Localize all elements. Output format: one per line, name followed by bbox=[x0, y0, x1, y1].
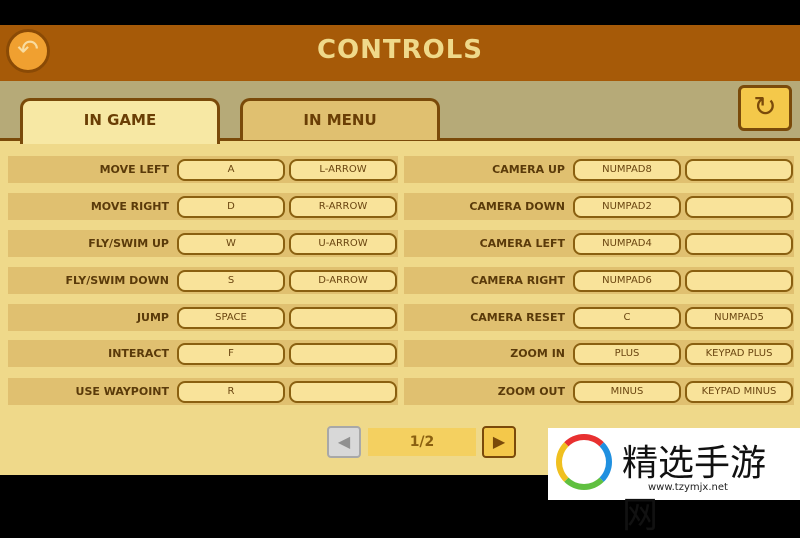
action-label: CAMERA DOWN bbox=[469, 200, 565, 213]
action-label: CAMERA RESET bbox=[470, 311, 565, 324]
control-row: JUMP SPACE bbox=[8, 304, 398, 331]
control-row: USE WAYPOINT R bbox=[8, 378, 398, 405]
action-label: ZOOM OUT bbox=[497, 385, 565, 398]
secondary-key-button[interactable] bbox=[289, 380, 397, 403]
control-row: ZOOM IN PLUS KEYPAD PLUS bbox=[404, 340, 794, 367]
primary-key-button[interactable]: D bbox=[177, 195, 285, 218]
primary-key-button[interactable]: S bbox=[177, 269, 285, 292]
tab-in-menu[interactable]: IN MENU bbox=[240, 98, 440, 140]
page-indicator: 1/2 bbox=[368, 428, 476, 456]
refresh-icon[interactable]: ↻ bbox=[738, 85, 792, 131]
primary-key-button[interactable]: W bbox=[177, 232, 285, 255]
watermark-url: www.tzymjx.net bbox=[648, 482, 728, 493]
watermark-logo-icon bbox=[556, 434, 612, 490]
control-row: ZOOM OUT MINUS KEYPAD MINUS bbox=[404, 378, 794, 405]
primary-key-button[interactable]: NUMPAD6 bbox=[573, 269, 681, 292]
tab-in-game[interactable]: IN GAME bbox=[20, 98, 220, 144]
action-label: USE WAYPOINT bbox=[75, 385, 169, 398]
secondary-key-button[interactable] bbox=[289, 306, 397, 329]
primary-key-button[interactable]: R bbox=[177, 380, 285, 403]
action-label: MOVE LEFT bbox=[99, 163, 169, 176]
control-row: CAMERA LEFT NUMPAD4 bbox=[404, 230, 794, 257]
next-page-button[interactable]: ▶ bbox=[482, 426, 516, 458]
action-label: INTERACT bbox=[108, 347, 169, 360]
secondary-key-button[interactable]: D-ARROW bbox=[289, 269, 397, 292]
primary-key-button[interactable]: A bbox=[177, 158, 285, 181]
header: ↶ CONTROLS bbox=[0, 25, 800, 81]
prev-page-button[interactable]: ◀ bbox=[327, 426, 361, 458]
primary-key-button[interactable]: NUMPAD4 bbox=[573, 232, 681, 255]
page-title: CONTROLS bbox=[316, 35, 484, 65]
action-label: CAMERA UP bbox=[492, 163, 565, 176]
secondary-key-button[interactable] bbox=[685, 269, 793, 292]
control-row: FLY/SWIM UP W U-ARROW bbox=[8, 230, 398, 257]
secondary-key-button[interactable]: KEYPAD MINUS bbox=[685, 380, 793, 403]
watermark: 精选手游网 www.tzymjx.net bbox=[548, 428, 800, 536]
secondary-key-button[interactable] bbox=[685, 158, 793, 181]
action-label: JUMP bbox=[136, 311, 169, 324]
secondary-key-button[interactable] bbox=[289, 342, 397, 365]
primary-key-button[interactable]: NUMPAD8 bbox=[573, 158, 681, 181]
secondary-key-button[interactable]: R-ARROW bbox=[289, 195, 397, 218]
control-row: INTERACT F bbox=[8, 340, 398, 367]
secondary-key-button[interactable]: KEYPAD PLUS bbox=[685, 342, 793, 365]
control-row: CAMERA RIGHT NUMPAD6 bbox=[404, 267, 794, 294]
control-row: MOVE LEFT A L-ARROW bbox=[8, 156, 398, 183]
primary-key-button[interactable]: NUMPAD2 bbox=[573, 195, 681, 218]
action-label: CAMERA LEFT bbox=[479, 237, 565, 250]
control-row: CAMERA UP NUMPAD8 bbox=[404, 156, 794, 183]
control-row: FLY/SWIM DOWN S D-ARROW bbox=[8, 267, 398, 294]
secondary-key-button[interactable]: U-ARROW bbox=[289, 232, 397, 255]
primary-key-button[interactable]: F bbox=[177, 342, 285, 365]
primary-key-button[interactable]: MINUS bbox=[573, 380, 681, 403]
primary-key-button[interactable]: C bbox=[573, 306, 681, 329]
secondary-key-button[interactable] bbox=[685, 232, 793, 255]
primary-key-button[interactable]: SPACE bbox=[177, 306, 285, 329]
control-row: CAMERA DOWN NUMPAD2 bbox=[404, 193, 794, 220]
action-label: MOVE RIGHT bbox=[90, 200, 169, 213]
action-label: ZOOM IN bbox=[510, 347, 565, 360]
action-label: FLY/SWIM DOWN bbox=[65, 274, 169, 287]
control-row: MOVE RIGHT D R-ARROW bbox=[8, 193, 398, 220]
action-label: CAMERA RIGHT bbox=[470, 274, 565, 287]
secondary-key-button[interactable]: L-ARROW bbox=[289, 158, 397, 181]
primary-key-button[interactable]: PLUS bbox=[573, 342, 681, 365]
secondary-key-button[interactable] bbox=[685, 195, 793, 218]
action-label: FLY/SWIM UP bbox=[88, 237, 169, 250]
secondary-key-button[interactable]: NUMPAD5 bbox=[685, 306, 793, 329]
control-row: CAMERA RESET C NUMPAD5 bbox=[404, 304, 794, 331]
